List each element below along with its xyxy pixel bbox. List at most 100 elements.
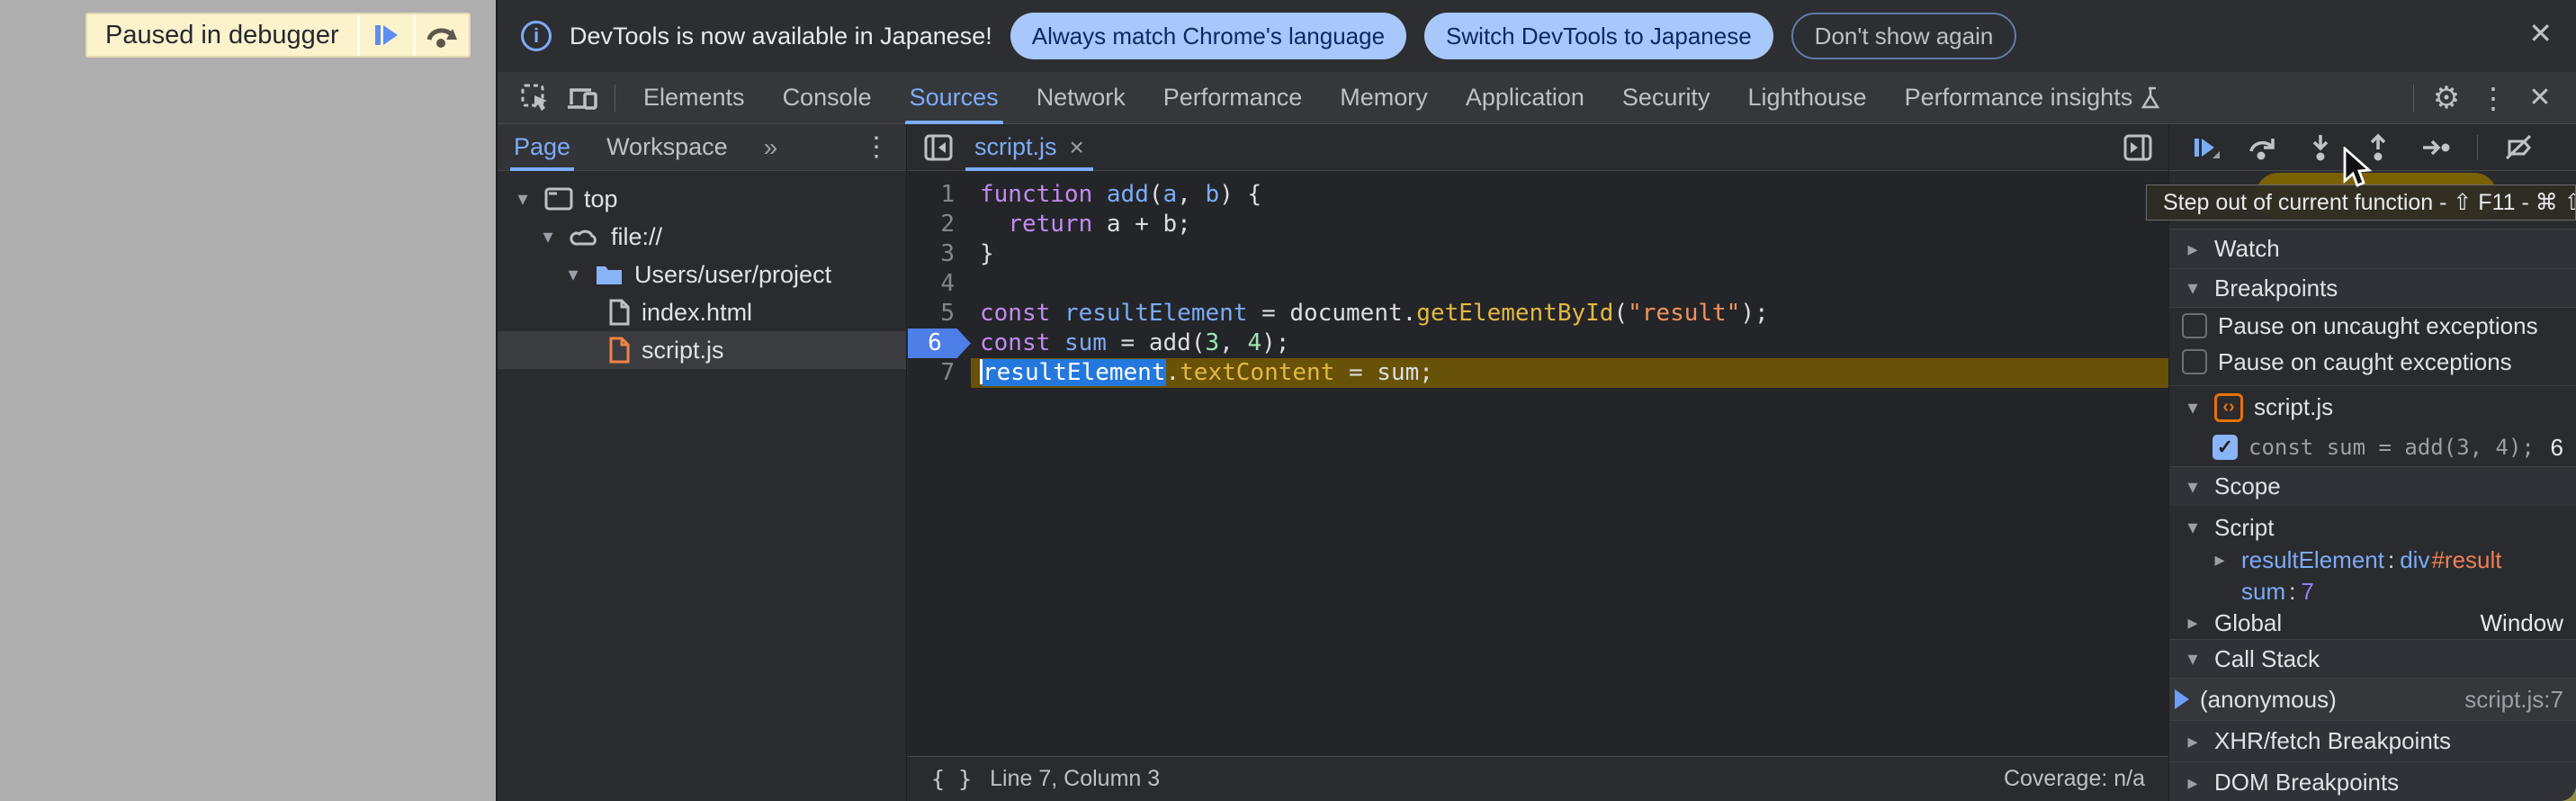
toggle-debugger-sidebar-icon[interactable] [2116,128,2159,167]
tab-workspace[interactable]: Workspace [606,124,728,171]
tab-page[interactable]: Page [514,124,570,171]
tree-item-project-folder[interactable]: ▾ Users/user/project [498,256,906,293]
caret-right-icon: ▸ [2182,771,2204,795]
step-over-button[interactable] [2247,131,2279,164]
toolbar-divider [2413,85,2414,112]
editor-pane: script.js × 1 function add(a, b) { 2 ret… [908,124,2168,801]
pretty-print-icon[interactable]: { } [931,766,972,792]
page-viewport: Paused in debugger [0,0,496,801]
tree-item-top[interactable]: ▾ top [498,180,906,218]
close-tab-icon[interactable]: × [1070,133,1084,162]
section-scope[interactable]: ▾ Scope [2169,466,2576,506]
step-out-tooltip: Step out of current function - ⇧ F11 - ⌘… [2146,184,2576,220]
tab-security[interactable]: Security [1603,72,1729,124]
step-into-button[interactable] [2304,131,2337,164]
code-view[interactable]: 1 function add(a, b) { 2 return a + b; 3… [908,171,2168,388]
line-number[interactable]: 5 [908,299,971,328]
breakpoint-entry-row[interactable]: ✓ const sum = add(3, 4); 6 [2169,428,2576,466]
info-icon: i [521,21,552,51]
caret-down-icon[interactable]: ▾ [512,187,534,211]
toggle-navigator-icon[interactable] [917,128,960,167]
device-toolbar-button[interactable] [559,78,606,118]
breakpoint-group-script-js[interactable]: ▾ ‹› script.js [2169,385,2576,428]
resume-script-button[interactable] [357,14,413,56]
line-number[interactable]: 3 [908,239,971,269]
resume-icon [371,20,401,50]
file-icon [607,299,631,326]
notification-message: DevTools is now available in Japanese! [570,22,992,50]
scope-script-group[interactable]: ▾ Script [2169,506,2576,544]
tab-console[interactable]: Console [764,72,891,124]
notification-close-icon[interactable]: ✕ [2528,16,2553,50]
tab-lighthouse[interactable]: Lighthouse [1728,72,1885,124]
sources-panel: Page Workspace » ⋮ ▾ top ▾ [498,124,2576,801]
folder-icon [595,263,624,286]
line-number[interactable]: 7 [908,358,971,388]
caret-down-icon: ▾ [2182,276,2204,300]
scope-var-resultElement[interactable]: ▸ resultElement: div#result [2169,544,2576,576]
always-match-language-button[interactable]: Always match Chrome's language [1010,13,1406,59]
checkbox-unchecked[interactable] [2182,313,2207,338]
navigator-more-options-icon[interactable]: ⋮ [863,131,890,163]
tree-item-script-js[interactable]: script.js [498,331,906,369]
tab-sources[interactable]: Sources [891,72,1018,124]
caret-down-icon: ▾ [2182,396,2204,419]
tab-performance[interactable]: Performance [1144,72,1322,124]
code-line-4: 4 [908,269,2168,299]
close-devtools-icon[interactable]: ✕ [2517,78,2563,118]
dont-show-again-button[interactable]: Don't show again [1791,13,2017,59]
section-call-stack[interactable]: ▾ Call Stack [2169,639,2576,679]
tab-elements[interactable]: Elements [624,72,764,124]
file-tree: ▾ top ▾ file:// ▾ [498,171,906,369]
navigator-tabs: Page Workspace » ⋮ [498,124,906,171]
line-number[interactable]: 2 [908,210,971,239]
deactivate-breakpoints-button[interactable] [2503,131,2536,164]
scope-global-row[interactable]: ▸ Global Window [2169,607,2576,639]
caret-down-icon[interactable]: ▾ [537,225,559,248]
editor-status-bar: { } Line 7, Column 3 Coverage: n/a [908,756,2168,801]
editor-tabstrip: script.js × [908,124,2168,171]
script-file-icon: ‹› [2214,393,2243,422]
step-over-banner-button[interactable] [413,14,469,56]
step-button[interactable] [2419,131,2452,164]
section-xhr-breakpoints[interactable]: ▸ XHR/fetch Breakpoints [2169,720,2576,761]
section-watch[interactable]: ▸ Watch [2169,229,2576,268]
switch-to-japanese-button[interactable]: Switch DevTools to Japanese [1424,13,1773,59]
paused-in-debugger-banner: Paused in debugger [85,13,471,58]
editor-tab-script-js[interactable]: script.js × [960,124,1099,171]
line-number[interactable]: 4 [908,269,971,299]
breakpoint-flag[interactable]: 6 [908,328,971,358]
cloud-icon [570,225,600,248]
caret-down-icon[interactable]: ▾ [562,263,584,286]
more-tabs-chevrons-icon[interactable]: » [764,133,778,162]
call-stack-frame-row[interactable]: (anonymous) script.js:7 [2169,679,2576,720]
scope-var-sum[interactable]: sum: 7 [2169,576,2576,607]
more-options-icon[interactable]: ⋮ [2470,78,2517,118]
section-breakpoints[interactable]: ▾ Breakpoints [2169,268,2576,308]
js-file-icon [607,337,631,364]
tree-item-file-scheme[interactable]: ▾ file:// [498,218,906,256]
tab-performance-insights[interactable]: Performance insights [1886,72,2183,124]
code-line-1: 1 function add(a, b) { [908,180,2168,210]
tab-application[interactable]: Application [1447,72,1603,124]
settings-gear-icon[interactable]: ⚙ [2423,78,2470,118]
tree-item-index-html[interactable]: index.html [498,293,906,331]
checkbox-checked[interactable]: ✓ [2212,435,2238,460]
devtools-tabbar: Elements Console Sources Network Perform… [498,72,2576,124]
tabbar-right-controls: ⚙ ⋮ ✕ [2404,78,2576,118]
inspect-element-button[interactable] [512,78,559,118]
caret-right-icon: ▸ [2182,238,2204,261]
line-number[interactable]: 1 [908,180,971,210]
pause-on-uncaught-row[interactable]: Pause on uncaught exceptions [2169,308,2576,344]
caret-right-icon: ▸ [2209,548,2230,572]
caret-down-icon: ▾ [2182,647,2204,670]
checkbox-unchecked[interactable] [2182,349,2207,374]
tab-network[interactable]: Network [1018,72,1144,124]
section-dom-breakpoints[interactable]: ▸ DOM Breakpoints [2169,761,2576,801]
tab-memory[interactable]: Memory [1321,72,1447,124]
step-over-icon [425,20,459,50]
resume-button[interactable] [2189,131,2221,164]
pause-on-caught-row[interactable]: Pause on caught exceptions [2169,344,2576,380]
devtools-window: i DevTools is now available in Japanese!… [496,0,2576,801]
code-line-3: 3 } [908,239,2168,269]
